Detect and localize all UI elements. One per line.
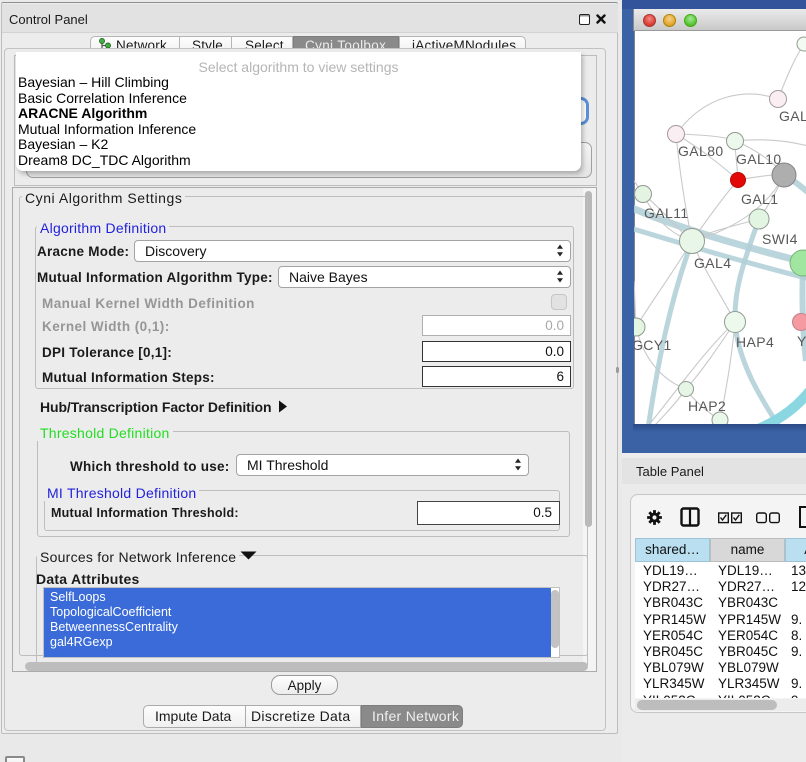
svg-text:GAL11: GAL11: [644, 205, 689, 221]
svg-text:GAL10: GAL10: [736, 151, 782, 167]
svg-text:GCY1: GCY1: [634, 337, 672, 353]
svg-text:SWI4: SWI4: [762, 231, 798, 247]
svg-text:GAL: GAL: [779, 108, 806, 124]
svg-text:Y: Y: [797, 333, 806, 349]
svg-text:HAP4: HAP4: [736, 334, 774, 350]
svg-text:HAP2: HAP2: [688, 398, 726, 414]
svg-text:GAL1: GAL1: [741, 191, 778, 207]
svg-text:GAL4: GAL4: [694, 255, 731, 271]
svg-text:GAL80: GAL80: [678, 143, 724, 159]
